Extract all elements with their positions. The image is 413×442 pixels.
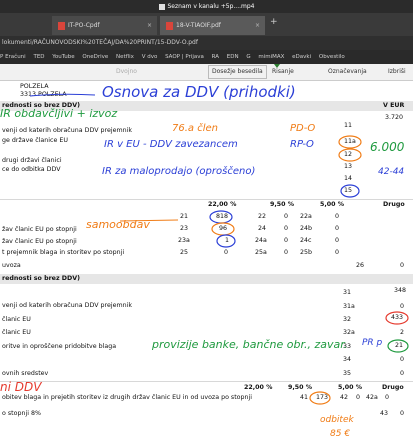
- underline-mark: [119, 219, 179, 222]
- window-title: Seznam v kanalu +5p....mp4: [167, 3, 255, 10]
- underline-mark: [29, 93, 96, 97]
- bookmark[interactable]: TED: [33, 54, 44, 60]
- close-icon[interactable]: ×: [255, 16, 260, 35]
- circle-mark: [385, 311, 409, 325]
- circle-mark: [209, 210, 233, 224]
- pdf-icon: [58, 21, 65, 30]
- bookmark[interactable]: P Eračuni: [0, 54, 26, 60]
- bookmark[interactable]: V dvo: [142, 54, 158, 60]
- circle-mark: [387, 339, 409, 353]
- circle-mark: [211, 222, 235, 236]
- bookmark[interactable]: mimiMAX: [258, 54, 284, 60]
- fit-button[interactable]: Dosežje besedila: [208, 65, 267, 79]
- bookmark[interactable]: eDavki: [292, 54, 311, 60]
- circle-mark: [338, 148, 362, 162]
- tab-label: IT-PO-Cpdf: [68, 22, 100, 29]
- url-text: lokumenti/RAČUNOVODSKI%20TEČAJ/DA%20PRIN…: [2, 39, 198, 46]
- circle-mark: [338, 135, 362, 149]
- browser-tab-active[interactable]: 18-V-TIAOIF.pdf ×: [160, 16, 265, 35]
- video-icon: [158, 3, 165, 10]
- bookmarks-bar: P Eračuni TED YouTube OneDrive Netflix V…: [0, 50, 413, 64]
- tab-label: 18-V-TIAOIF.pdf: [176, 22, 221, 29]
- browser-tab[interactable]: IT-PO-Cpdf ×: [52, 16, 157, 35]
- bookmark[interactable]: YouTube: [52, 54, 74, 60]
- bookmark[interactable]: G: [246, 54, 250, 60]
- window-title-bar: Seznam v kanalu +5p....mp4: [0, 0, 413, 13]
- address-bar[interactable]: lokumenti/RAČUNOVODSKI%20TEČAJ/DA%20PRIN…: [0, 36, 413, 50]
- close-icon[interactable]: ×: [147, 16, 152, 35]
- bookmark[interactable]: OneDrive: [82, 54, 108, 60]
- bookmark[interactable]: Obvestilo: [319, 54, 345, 60]
- new-tab-icon[interactable]: +: [270, 17, 278, 27]
- annotate-button[interactable]: Označevanja: [328, 64, 367, 80]
- circle-mark: [340, 184, 360, 198]
- bookmark[interactable]: RA: [212, 54, 219, 60]
- pdf-toolbar: Dvojno Dosežje besedila Risanje Označeva…: [0, 64, 413, 81]
- erase-button[interactable]: Izbriši: [388, 64, 406, 80]
- zoom-hint[interactable]: Dvojno: [116, 64, 137, 80]
- pdf-document: POLZELA 3313 POLZELA rednosti so brez DD…: [0, 81, 413, 442]
- circle-mark: [309, 391, 331, 405]
- chevron-down-icon: [274, 64, 280, 68]
- circle-mark: [216, 234, 236, 248]
- browser-tab-strip: IT-PO-Cpdf × 18-V-TIAOIF.pdf × +: [0, 13, 413, 36]
- pdf-icon: [166, 21, 173, 30]
- bookmark[interactable]: Netflix: [116, 54, 134, 60]
- annotation-strokes: [29, 93, 409, 405]
- bookmark[interactable]: EDN: [227, 54, 239, 60]
- bookmark[interactable]: SAOP | Prijava: [165, 54, 204, 60]
